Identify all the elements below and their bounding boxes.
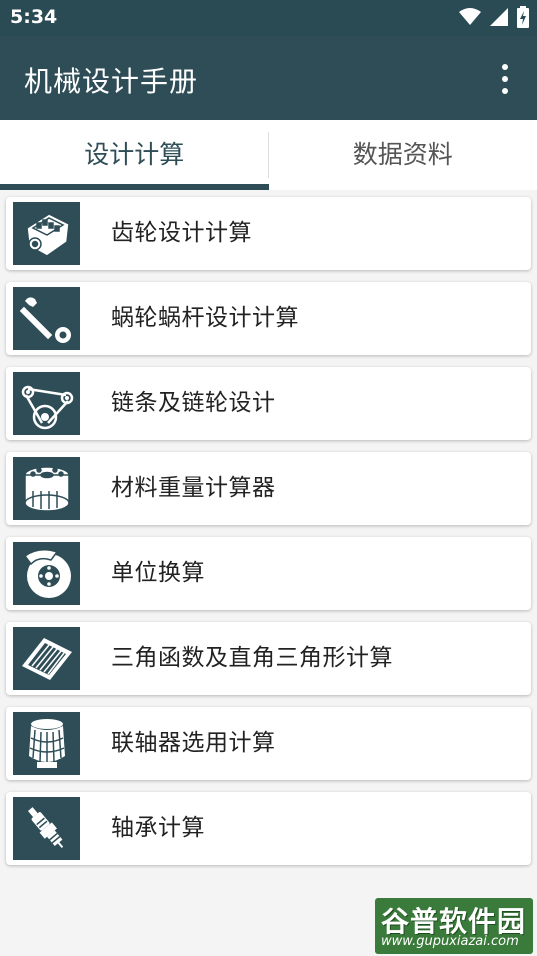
- status-time: 5:34: [10, 6, 58, 28]
- list-item-label: 链条及链轮设计: [111, 390, 276, 416]
- list-item-label: 三角函数及直角三角形计算: [111, 645, 393, 671]
- list-item-worm-gear[interactable]: 蜗轮蜗杆设计计算: [6, 282, 531, 355]
- list-item-label: 齿轮设计计算: [111, 220, 252, 246]
- app-title: 机械设计手册: [24, 65, 199, 98]
- watermark-url: www.gupuxiazai.com: [381, 934, 519, 949]
- list-item-unit-conversion[interactable]: 单位换算: [6, 537, 531, 610]
- list-item-label: 轴承计算: [111, 815, 205, 841]
- watermark-logo: 谷普软件园 www.gupuxiazai.com: [375, 898, 533, 954]
- list-item-bearing[interactable]: 轴承计算: [6, 792, 531, 865]
- engine-icon: [13, 202, 80, 265]
- oil-filter-icon: [13, 457, 80, 520]
- wrench-icon: [13, 287, 80, 350]
- tab-design-calc[interactable]: 设计计算: [0, 120, 269, 190]
- air-filter-icon: [13, 627, 80, 690]
- tab-divider: [268, 132, 269, 178]
- chain-belt-icon: [13, 372, 80, 435]
- list-item-material-weight[interactable]: 材料重量计算器: [6, 452, 531, 525]
- wifi-icon: [459, 8, 481, 25]
- more-vert-icon[interactable]: [491, 64, 519, 94]
- list-item-label: 蜗轮蜗杆设计计算: [111, 305, 299, 331]
- battery-icon: [517, 6, 529, 28]
- list-item-label: 单位换算: [111, 560, 205, 586]
- list-item-chain[interactable]: 链条及链轮设计: [6, 367, 531, 440]
- cone-filter-icon: [13, 712, 80, 775]
- spark-plug-icon: [13, 797, 80, 860]
- list-item-coupling[interactable]: 联轴器选用计算: [6, 707, 531, 780]
- list-item-trigonometry[interactable]: 三角函数及直角三角形计算: [6, 622, 531, 695]
- list-item-label: 联轴器选用计算: [111, 730, 276, 756]
- status-bar: 5:34: [0, 0, 537, 36]
- brake-disc-icon: [13, 542, 80, 605]
- calc-list: 齿轮设计计算 蜗轮蜗杆设计计算 链条及链轮设计 材料重量计算器 单位换算 三角函…: [6, 197, 531, 877]
- list-item-gear[interactable]: 齿轮设计计算: [6, 197, 531, 270]
- tab-data-reference[interactable]: 数据资料: [269, 120, 537, 190]
- app-bar: 机械设计手册: [0, 36, 537, 120]
- signal-icon: [490, 8, 508, 26]
- list-item-label: 材料重量计算器: [111, 475, 276, 501]
